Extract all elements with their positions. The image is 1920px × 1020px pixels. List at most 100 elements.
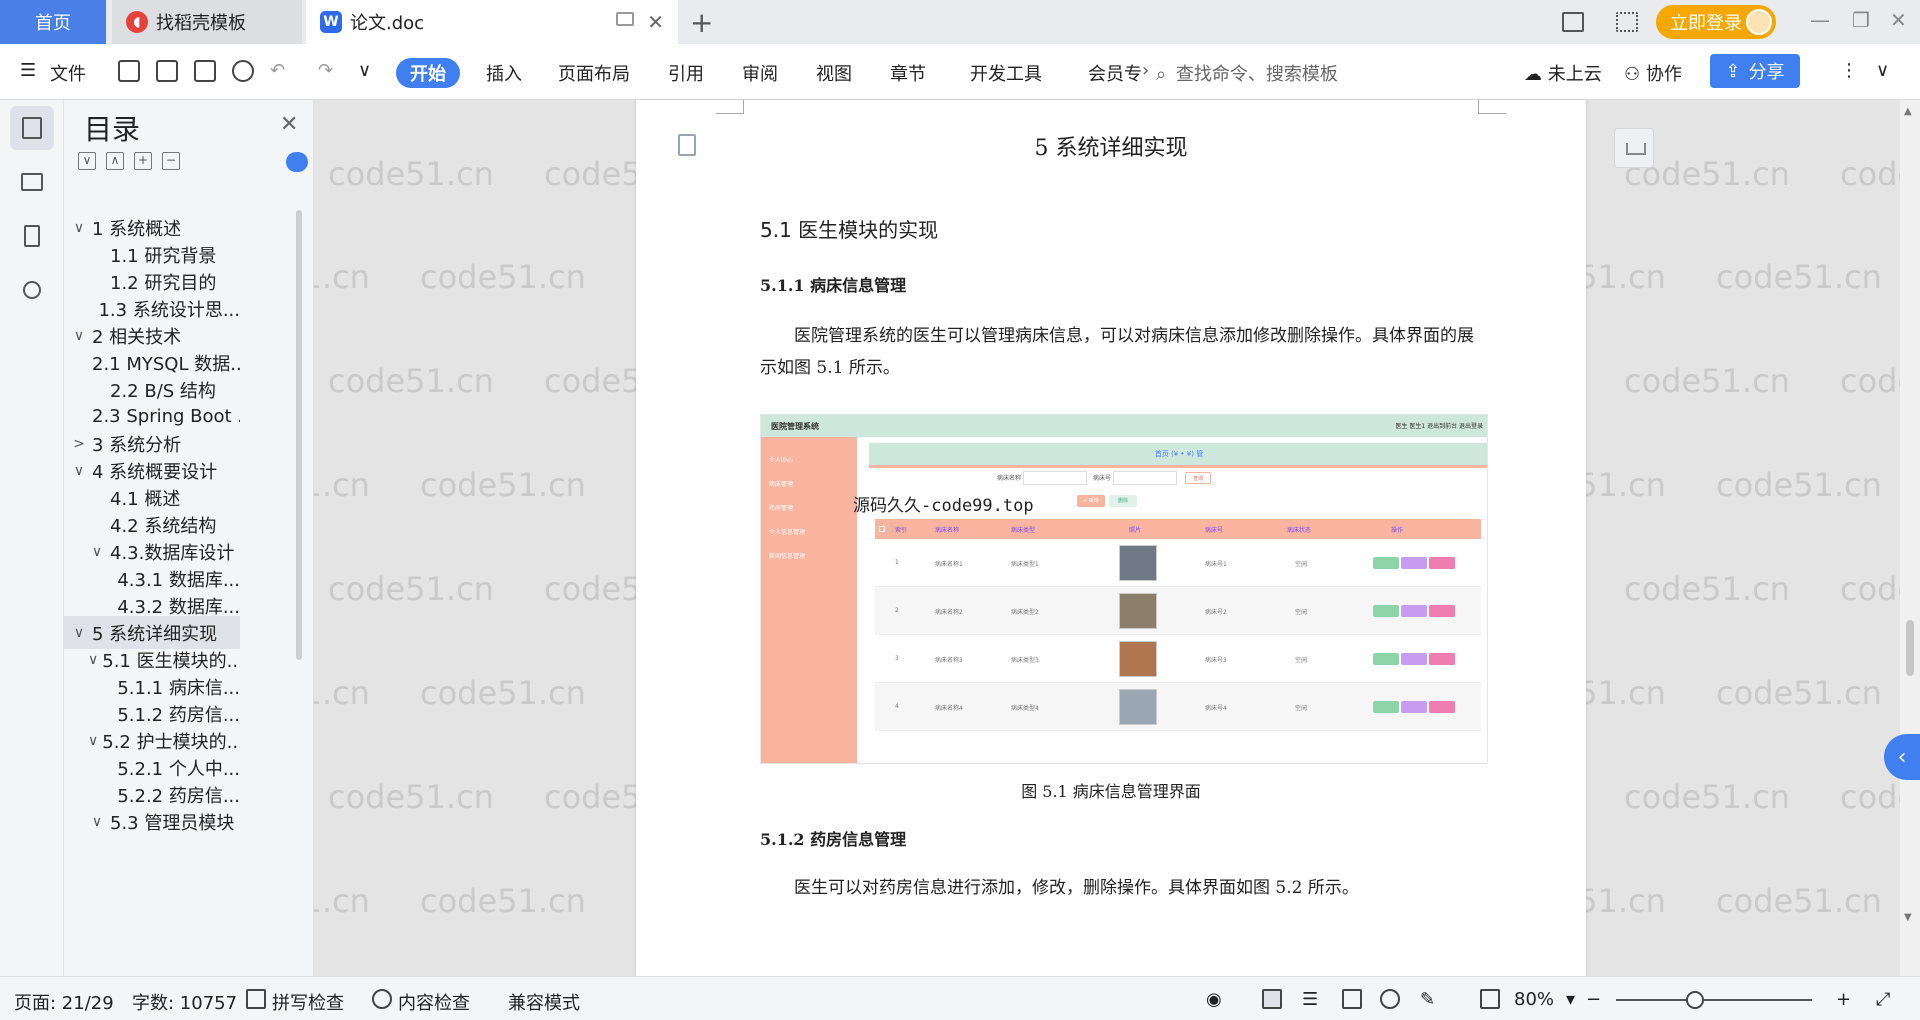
outline-view-icon[interactable]: ☰: [1302, 989, 1318, 1010]
tab-start[interactable]: 开始: [396, 58, 460, 88]
zoom-slider[interactable]: [1616, 999, 1812, 1001]
watermark-text: code51.cn: [420, 674, 586, 712]
tab-review[interactable]: 审阅: [742, 60, 778, 86]
save-icon[interactable]: [118, 60, 140, 82]
chevron-icon[interactable]: ∨: [88, 544, 106, 560]
tab-member[interactable]: 会员专: [1088, 60, 1142, 86]
close-window-icon[interactable]: ✕: [1890, 8, 1907, 32]
share-label: 分享: [1748, 62, 1785, 83]
tab-chapter[interactable]: 章节: [890, 60, 926, 86]
vertical-scrollbar[interactable]: ▲ ▼: [1900, 100, 1920, 976]
collab-button[interactable]: ⚇ 协作: [1624, 60, 1682, 86]
page-view-icon[interactable]: [1262, 989, 1282, 1009]
chevron-icon[interactable]: ∨: [88, 814, 106, 830]
find-button[interactable]: [10, 268, 54, 312]
figure-table-row: 2 病床名称2 病床类型2 病床号2 空闲: [875, 587, 1481, 635]
chevron-icon[interactable]: ∨: [70, 328, 88, 344]
figure-sidebar-item: 药房管理: [769, 505, 794, 512]
zoom-dropdown-icon[interactable]: ▾: [1566, 989, 1575, 1010]
word-count[interactable]: 字数: 10757: [132, 989, 237, 1015]
eye-protection-icon[interactable]: ◉: [1206, 989, 1222, 1010]
close-icon[interactable]: ✕: [280, 112, 298, 137]
content-check-button[interactable]: 内容检查: [398, 989, 470, 1015]
toc-panel: 目录 ✕ ∨ ∧ + − ∨ 1 系统概述 1.1 研究背景 1.2 研究目的 1.3 …: [64, 100, 314, 976]
login-button[interactable]: 立即登录: [1656, 5, 1776, 39]
export-pdf-icon[interactable]: [156, 60, 178, 82]
close-tab-icon[interactable]: ✕: [647, 10, 664, 34]
watermark-text: code51.cn: [314, 466, 370, 504]
reading-view-icon[interactable]: [1342, 989, 1362, 1009]
print-preview-icon[interactable]: [232, 60, 254, 82]
chevron-icon[interactable]: ∨: [70, 625, 88, 641]
menu-icon[interactable]: ☰: [20, 60, 36, 81]
chevron-icon[interactable]: ∨: [88, 652, 98, 668]
app-grid-icon[interactable]: [1616, 12, 1638, 32]
web-view-icon[interactable]: [1380, 989, 1400, 1009]
zoom-in-icon[interactable]: +: [1836, 989, 1851, 1010]
chevron-icon[interactable]: ∨: [88, 733, 98, 749]
fullscreen-icon[interactable]: ⤢: [1876, 989, 1890, 1010]
toc-panel-button[interactable]: [10, 106, 54, 150]
content-check-icon: [372, 989, 392, 1009]
figure-table-row: 4 病床名称4 病床类型4 病床号4 空闲: [875, 683, 1481, 731]
tab-document[interactable]: W 论文.doc ✕: [306, 0, 678, 44]
ai-assistant-icon[interactable]: [286, 152, 308, 172]
toc-item-label: 5.2 护士模块的...: [102, 731, 240, 753]
figure-search-label-1: 病床名称: [997, 475, 1022, 482]
figure-sidebar-item: 病床管理: [769, 481, 794, 488]
figure-th-type: 病床类型: [1011, 527, 1036, 534]
chevron-icon[interactable]: ∨: [70, 463, 88, 479]
spell-check-button[interactable]: 拼写检查: [272, 989, 344, 1015]
scroll-thumb[interactable]: [1906, 620, 1914, 676]
sidebar-toggle-icon[interactable]: [1614, 128, 1654, 168]
zoom-slider-knob[interactable]: [1686, 991, 1704, 1009]
redo-icon[interactable]: ↷: [318, 60, 333, 81]
screen-icon[interactable]: [616, 12, 634, 26]
tab-references[interactable]: 引用: [668, 60, 704, 86]
restore-icon[interactable]: ❐: [1852, 8, 1870, 32]
daoke-logo-icon: ◖: [126, 11, 148, 33]
share-button[interactable]: ⇪ 分享: [1710, 54, 1800, 88]
more-dropdown-icon[interactable]: ∨: [358, 60, 371, 81]
tab-home[interactable]: 首页: [0, 0, 106, 44]
cloud-status-label: 未上云: [1547, 64, 1602, 85]
scroll-down-icon[interactable]: ▼: [1904, 912, 1912, 923]
page-indicator[interactable]: 页面: 21/29: [14, 989, 114, 1015]
collapse-ribbon-icon[interactable]: ∨: [1876, 60, 1889, 81]
add-heading-icon[interactable]: +: [134, 152, 152, 170]
chevron-icon[interactable]: >: [70, 436, 88, 452]
figure-cell-no: 病床号3: [1205, 657, 1227, 664]
command-search[interactable]: ⌕ 查找命令、搜索模板: [1156, 60, 1338, 86]
remove-heading-icon[interactable]: −: [162, 152, 180, 170]
tab-view[interactable]: 视图: [816, 60, 852, 86]
undo-icon[interactable]: ↶: [270, 60, 285, 81]
expand-up-icon[interactable]: ∧: [106, 152, 124, 170]
bookmark-button[interactable]: [10, 214, 54, 258]
toc-item[interactable]: ∨ 5.3 管理员模块: [64, 805, 240, 838]
tab-page-layout[interactable]: 页面布局: [558, 60, 630, 86]
scroll-right-icon[interactable]: ›: [1142, 60, 1149, 81]
pen-icon[interactable]: ✎: [1420, 989, 1435, 1010]
tab-insert[interactable]: 插入: [486, 60, 522, 86]
file-menu[interactable]: 文件: [50, 60, 86, 86]
figure-search-label-2: 病床号: [1093, 475, 1112, 482]
chevron-icon[interactable]: ∨: [70, 220, 88, 236]
collapse-all-icon[interactable]: ∨: [78, 152, 96, 170]
zoom-level[interactable]: 80%: [1514, 989, 1554, 1010]
tab-developer[interactable]: 开发工具: [970, 60, 1042, 86]
print-icon[interactable]: [194, 60, 216, 82]
zoom-out-icon[interactable]: −: [1586, 989, 1601, 1010]
tab-template[interactable]: ◖ 找稻壳模板: [112, 0, 302, 44]
figure-sidebar-item: 新闻信息管理: [769, 553, 806, 560]
reading-layout-icon[interactable]: [1562, 12, 1584, 32]
nav-pane-button[interactable]: [10, 160, 54, 204]
minimize-icon[interactable]: —: [1810, 8, 1830, 32]
toc-scrollbar[interactable]: [296, 210, 302, 660]
figure-cell-no: 病床号2: [1205, 609, 1227, 616]
cloud-status[interactable]: ☁ 未上云: [1524, 60, 1602, 86]
figure-action-button: [1401, 701, 1427, 713]
more-options-icon[interactable]: ⋮: [1840, 60, 1858, 81]
scroll-up-icon[interactable]: ▲: [1904, 106, 1912, 117]
add-tab-button[interactable]: +: [690, 6, 713, 39]
fit-page-icon[interactable]: [1480, 989, 1500, 1009]
